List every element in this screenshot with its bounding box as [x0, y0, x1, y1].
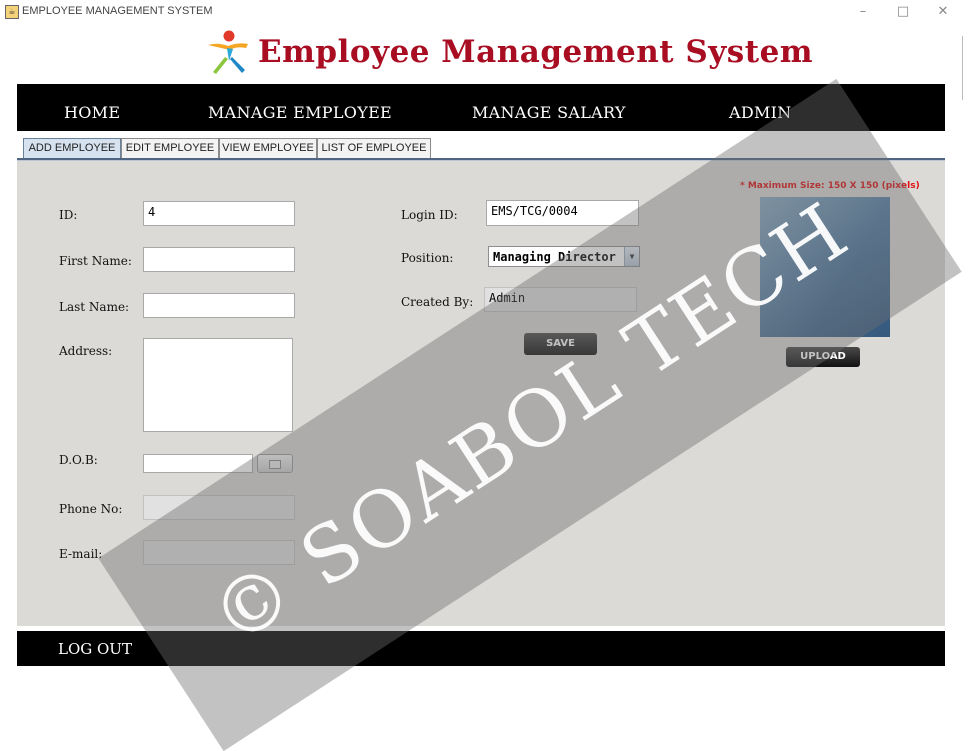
- app-header-title: Employee Management System: [258, 34, 814, 70]
- position-label: Position:: [401, 251, 454, 265]
- nav-home[interactable]: HOME: [64, 103, 120, 122]
- login-id-label: Login ID:: [401, 208, 458, 222]
- first-name-field[interactable]: [143, 247, 295, 272]
- phone-label: Phone No:: [59, 502, 123, 516]
- created-by-label: Created By:: [401, 295, 474, 309]
- first-name-label: First Name:: [59, 254, 132, 268]
- address-textarea[interactable]: [143, 338, 293, 432]
- email-label: E-mail:: [59, 547, 103, 561]
- maximize-button[interactable]: □: [890, 3, 916, 21]
- nav-manage-salary[interactable]: MANAGE SALARY: [472, 103, 626, 122]
- dob-label: D.O.B:: [59, 453, 98, 467]
- window-edge-divider: [962, 36, 963, 100]
- tab-add-employee[interactable]: ADD EMPLOYEE: [23, 138, 121, 158]
- tab-list-of-employee[interactable]: LIST OF EMPLOYEE: [317, 138, 431, 158]
- last-name-label: Last Name:: [59, 300, 130, 314]
- nav-manage-employee[interactable]: MANAGE EMPLOYEE: [208, 103, 392, 122]
- logout-button[interactable]: LOG OUT: [58, 640, 132, 658]
- address-label: Address:: [59, 344, 113, 358]
- id-label: ID:: [59, 208, 78, 222]
- close-button[interactable]: ✕: [930, 3, 956, 21]
- tab-edit-employee[interactable]: EDIT EMPLOYEE: [121, 138, 219, 158]
- id-field[interactable]: 4: [143, 201, 295, 226]
- last-name-field[interactable]: [143, 293, 295, 318]
- java-app-icon: ☕: [5, 5, 19, 19]
- person-logo-icon: [208, 30, 248, 74]
- window-title: EMPLOYEE MANAGEMENT SYSTEM: [22, 5, 213, 17]
- tab-view-employee[interactable]: VIEW EMPLOYEE: [219, 138, 317, 158]
- minimize-button[interactable]: –: [850, 3, 876, 21]
